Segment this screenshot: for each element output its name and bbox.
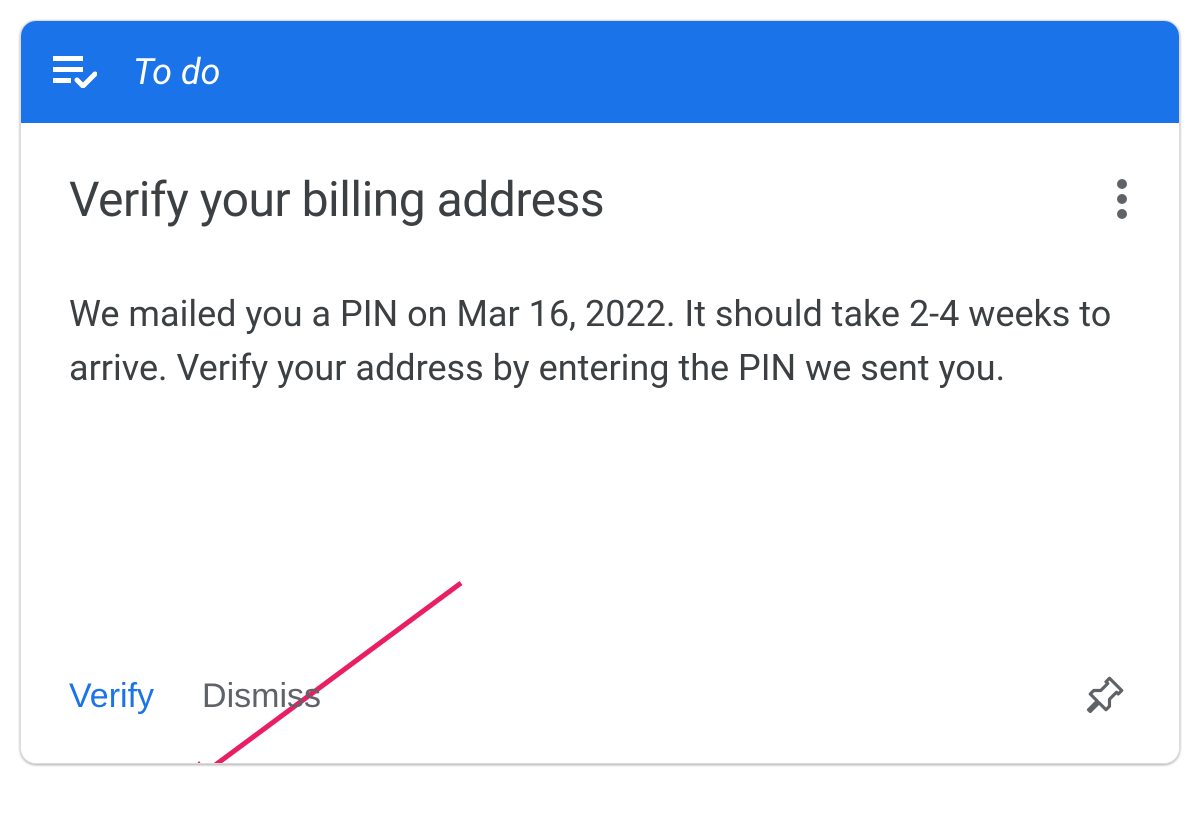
more-vert-icon[interactable]	[1113, 171, 1131, 231]
playlist-check-icon	[53, 52, 97, 92]
verify-button[interactable]: Verify	[69, 673, 154, 720]
card-body: Verify your billing address We mailed yo…	[21, 123, 1179, 763]
todo-card: To do Verify your billing address We mai…	[20, 20, 1180, 764]
actions-row: Verify Dismiss	[69, 669, 1131, 723]
card-header: To do	[21, 21, 1179, 123]
dismiss-button[interactable]: Dismiss	[202, 673, 321, 720]
action-buttons: Verify Dismiss	[69, 673, 321, 720]
header-title: To do	[133, 51, 220, 93]
title-row: Verify your billing address	[69, 171, 1131, 231]
card-title: Verify your billing address	[69, 171, 604, 228]
card-description: We mailed you a PIN on Mar 16, 2022. It …	[69, 287, 1129, 395]
pin-icon[interactable]	[1081, 669, 1131, 723]
